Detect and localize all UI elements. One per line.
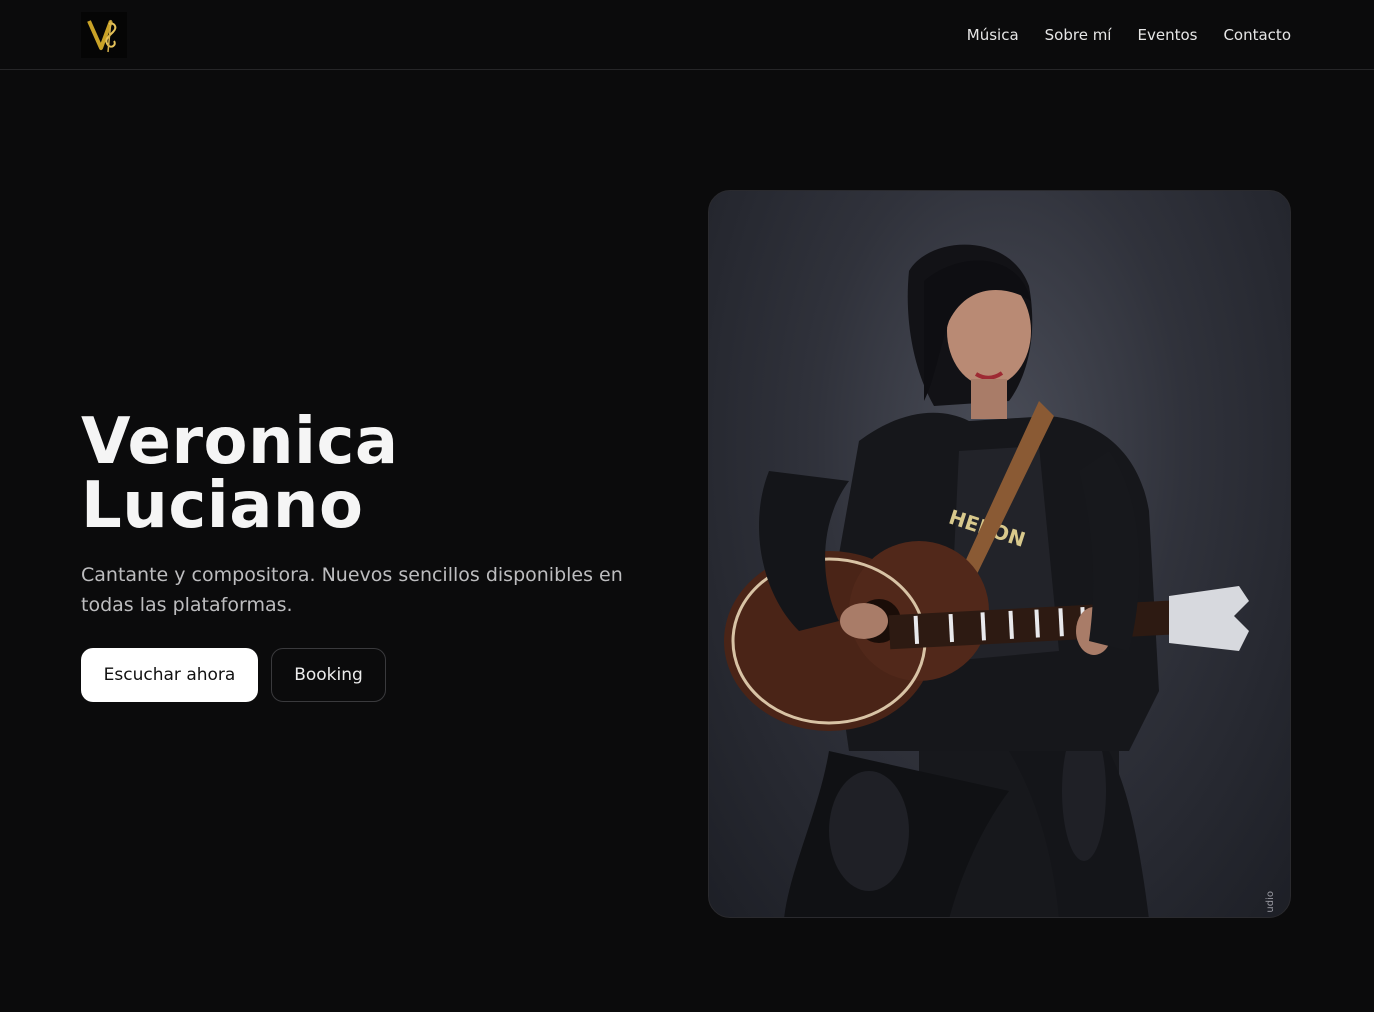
hero-subtitle: Cantante y compositora. Nuevos sencillos…: [81, 564, 623, 616]
hero-title-line-2: Luciano: [81, 469, 364, 543]
listen-now-button[interactable]: Escuchar ahora: [81, 648, 258, 702]
logo[interactable]: [81, 12, 127, 58]
logo-icon: [81, 12, 127, 58]
cta-row: Escuchar ahora Booking: [81, 648, 681, 702]
artist-photo: HEKON udio: [708, 190, 1291, 918]
main-nav: Música Sobre mí Eventos Contacto: [967, 0, 1291, 70]
photo-credit: udio: [1265, 891, 1276, 913]
hero-section: Veronica Luciano Cantante y compositora.…: [81, 410, 681, 702]
booking-button[interactable]: Booking: [271, 648, 386, 702]
nav-link-contacto[interactable]: Contacto: [1223, 26, 1291, 44]
nav-link-eventos[interactable]: Eventos: [1137, 26, 1197, 44]
hero-title: Veronica Luciano: [81, 410, 681, 538]
nav-link-musica[interactable]: Música: [967, 26, 1019, 44]
artist-photo-illustration: HEKON: [724, 244, 1249, 917]
navbar: Música Sobre mí Eventos Contacto: [0, 0, 1374, 70]
nav-link-sobre-mi[interactable]: Sobre mí: [1045, 26, 1112, 44]
hero-title-line-1: Veronica: [81, 405, 399, 479]
